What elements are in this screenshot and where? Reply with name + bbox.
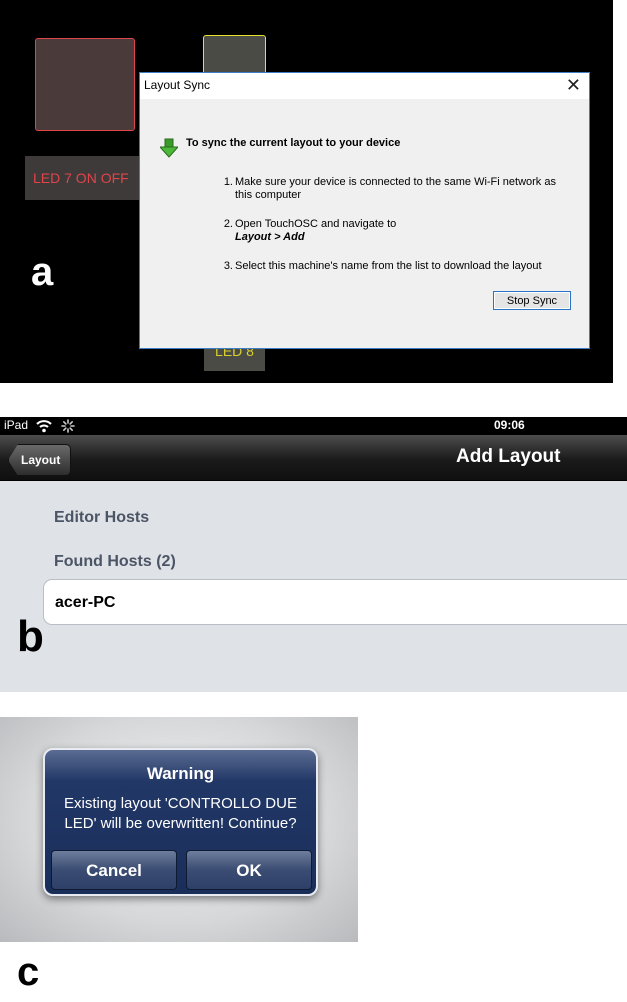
cancel-button[interactable]: Cancel — [51, 850, 177, 890]
carrier-label: iPad — [4, 418, 29, 432]
list-item[interactable]: acer-PC — [43, 579, 627, 625]
panel-a-editor: LED 7 ON OFF LED 8 a Layout Sync ✕ To sy… — [0, 0, 613, 383]
found-hosts-header: Found Hosts (2) — [54, 553, 176, 570]
dialog-titlebar: Layout Sync ✕ — [140, 73, 589, 99]
warning-alert: Warning Existing layout 'CONTROLLO DUE L… — [43, 748, 318, 896]
wifi-icon — [36, 420, 52, 433]
step-text: this computer — [235, 189, 302, 201]
step-text: Select this machine's name from the list… — [235, 260, 542, 272]
alert-message-line: LED' will be overwritten! Continue? — [64, 815, 297, 832]
layout-sync-dialog: Layout Sync ✕ To sync the current layout… — [139, 72, 590, 349]
status-clock: 09:06 — [494, 418, 525, 432]
step-number: 2. — [223, 218, 233, 230]
menu-path: Layout > Add — [235, 231, 305, 243]
panel-b-ipad: iPad 09:06 Layout Add Layout Editor Host… — [0, 417, 627, 692]
editor-hosts-header: Editor Hosts — [54, 509, 150, 526]
stop-sync-button[interactable]: Stop Sync — [493, 291, 571, 310]
alert-title: Warning — [146, 764, 215, 783]
step-text: Open TouchOSC and navigate to — [235, 218, 397, 230]
green-down-arrow-icon — [160, 138, 178, 158]
dialog-title: Layout Sync — [144, 78, 211, 92]
step-number: 3. — [223, 260, 233, 272]
host-name: acer-PC — [55, 594, 116, 611]
step-number: 1. — [223, 176, 233, 188]
navigation-bar: Layout Add Layout — [0, 435, 627, 481]
status-bar: iPad 09:06 — [0, 417, 627, 435]
led-red-button[interactable] — [35, 38, 135, 131]
panel-c-letter: c — [17, 950, 40, 994]
activity-spinner-icon — [61, 419, 75, 433]
close-icon[interactable]: ✕ — [566, 74, 581, 96]
alert-message: Existing layout 'CONTROLLO DUE LED' will… — [53, 794, 308, 834]
panel-b-letter: b — [17, 612, 44, 661]
led-7-label[interactable]: LED 7 ON OFF — [25, 156, 145, 200]
step-text: Make sure your device is connected to th… — [235, 176, 556, 188]
sync-heading: To sync the current layout to your devic… — [186, 137, 401, 149]
back-button[interactable]: Layout — [8, 444, 72, 476]
page-title: Add Layout — [456, 446, 561, 467]
alert-message-line: Existing layout 'CONTROLLO DUE — [64, 795, 297, 812]
ok-button[interactable]: OK — [186, 850, 312, 890]
panel-a-letter: a — [31, 250, 54, 294]
panel-c-alert-screen: Warning Existing layout 'CONTROLLO DUE L… — [0, 717, 358, 942]
